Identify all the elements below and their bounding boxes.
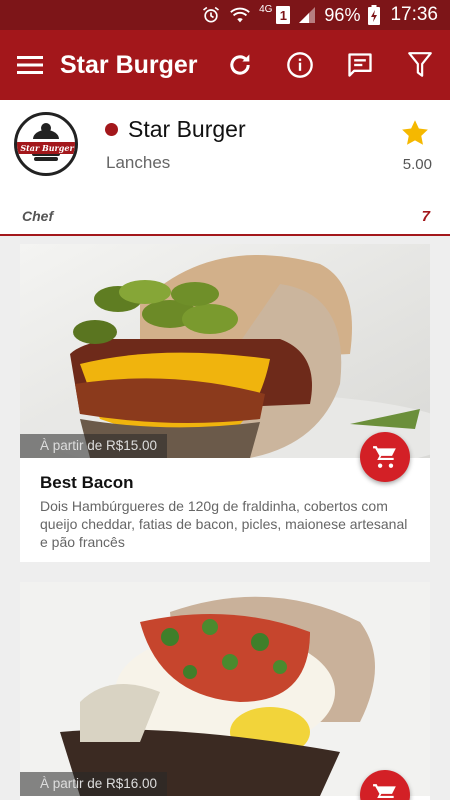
cart-icon	[373, 784, 396, 799]
network-type-label: 4G	[259, 3, 273, 15]
product-card[interactable]: À partir de R$16.00	[20, 582, 430, 800]
feedback-button[interactable]	[330, 30, 390, 100]
wifi-icon	[229, 5, 251, 25]
section-label: Chef	[22, 208, 54, 224]
product-title: Best Bacon	[40, 473, 134, 492]
app-bar: Star Burger	[0, 30, 450, 100]
info-icon	[287, 52, 313, 78]
battery-percent: 96%	[324, 4, 361, 25]
product-card[interactable]: À partir de R$15.00 Best Bacon Dois Hamb…	[20, 244, 430, 562]
feedback-icon	[348, 53, 372, 77]
battery-charging-icon	[368, 5, 381, 25]
product-image: À partir de R$15.00	[20, 244, 430, 458]
store-category: Lanches	[106, 153, 171, 172]
product-image: À partir de R$16.00	[20, 582, 430, 796]
clock: 17:36	[390, 4, 438, 25]
alarm-icon	[201, 5, 221, 25]
refresh-button[interactable]	[210, 30, 270, 100]
price-tag: À partir de R$16.00	[20, 772, 168, 796]
price-tag: À partir de R$15.00	[20, 434, 168, 458]
store-rating: 5.00	[402, 156, 432, 173]
filter-icon	[408, 52, 432, 77]
signal-icon	[298, 6, 316, 24]
filter-button[interactable]	[390, 30, 450, 100]
store-status-dot	[105, 123, 118, 136]
logo-text: Star Burger	[17, 142, 75, 154]
cart-icon	[373, 446, 396, 468]
info-button[interactable]	[270, 30, 330, 100]
sim-icon: 1	[276, 6, 291, 24]
store-logo: Star Burger	[14, 112, 78, 176]
app-title: Star Burger	[60, 50, 198, 79]
refresh-icon	[230, 54, 250, 75]
product-description: Dois Hambúrgueres de 120g de fraldinha, …	[40, 498, 408, 550]
add-to-cart-button[interactable]	[360, 432, 410, 482]
store-name: Star Burger	[128, 116, 246, 142]
section-count: 7	[421, 208, 430, 225]
menu-icon	[17, 56, 43, 74]
status-bar: 4G 1 96% 17:36	[0, 0, 450, 30]
menu-button[interactable]	[0, 30, 60, 100]
star-icon	[400, 118, 430, 153]
